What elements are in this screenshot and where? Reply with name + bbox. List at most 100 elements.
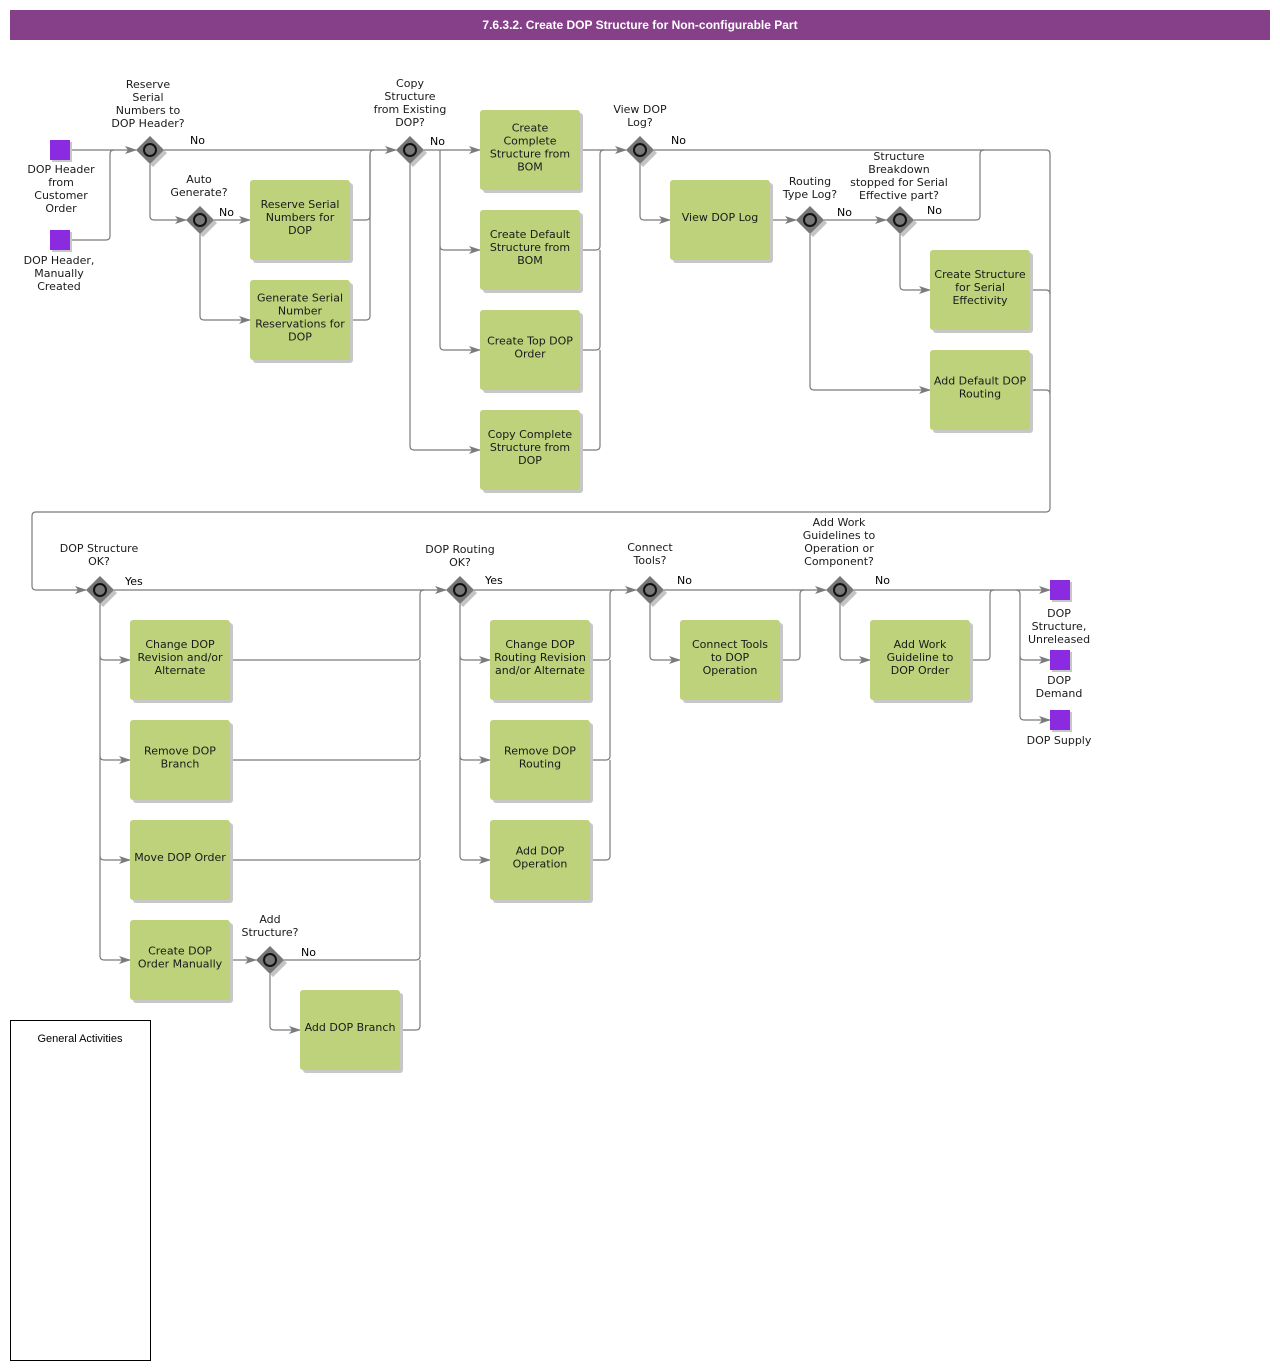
task-add-work-guideline-label: Add Work Guideline to DOP Order xyxy=(887,638,954,677)
gateway-circle-icon xyxy=(453,583,467,597)
task-add-dop-operation[interactable]: Add DOP Operation xyxy=(490,820,593,903)
task-add-dop-operation-label: Add DOP Operation xyxy=(513,845,568,871)
gateway-circle-icon xyxy=(833,583,847,597)
connector xyxy=(284,860,421,961)
connector xyxy=(459,655,491,664)
task-create-dop-order-manually-label: Create DOP Order Manually xyxy=(138,945,223,971)
event-end-supply-label: DOP Supply xyxy=(1027,734,1092,747)
flow-label-no: No xyxy=(430,135,445,148)
flow-label-no: No xyxy=(671,134,686,147)
flow-label-no: No xyxy=(301,946,316,959)
gateway-view-log-label: View DOP Log? xyxy=(613,103,667,129)
connector xyxy=(230,760,421,861)
gateway-structure-ok-label: DOP Structure OK? xyxy=(60,542,139,568)
gateway-structure-breakdown[interactable]: Structure Breakdown stopped for Serial Effe… xyxy=(850,150,948,237)
flow-label-yes: Yes xyxy=(484,574,503,587)
gateway-reserve-serial[interactable]: Reserve Serial Numbers to DOP Header? xyxy=(111,78,185,167)
gateway-routing-ok-label: DOP Routing OK? xyxy=(425,543,494,569)
task-create-structure-serial-effectivity[interactable]: Create Structure for Serial Effectivity xyxy=(930,250,1033,333)
event-start-manual-label: DOP Header, Manually Created xyxy=(24,254,95,293)
gateway-routing-type-log-label: Routing Type Log? xyxy=(782,175,837,201)
event-start-customer-order-label: DOP Header from Customer Order xyxy=(27,163,95,215)
connector xyxy=(639,164,671,224)
connector xyxy=(269,974,301,1034)
connector xyxy=(230,589,425,661)
gateway-reserve-serial-label: Reserve Serial Numbers to DOP Header? xyxy=(111,78,184,130)
gateway-circle-icon xyxy=(263,953,277,967)
gateway-view-log[interactable]: View DOP Log? xyxy=(613,103,667,167)
event-start-customer-order[interactable]: DOP Header from Customer Order xyxy=(27,140,95,215)
connector xyxy=(590,589,615,661)
gateway-circle-icon xyxy=(643,583,657,597)
connector xyxy=(230,660,421,761)
task-move-dop-order-label: Move DOP Order xyxy=(134,851,226,864)
gateway-connect-tools-label: Connect Tools? xyxy=(627,541,673,567)
flow-label-no: No xyxy=(219,206,234,219)
gateway-structure-breakdown-label: Structure Breakdown stopped for Serial Effe… xyxy=(850,150,948,202)
task-reserve-serial-numbers[interactable]: Reserve Serial Numbers for DOP xyxy=(250,180,353,263)
task-add-work-guideline[interactable]: Add Work Guideline to DOP Order xyxy=(870,620,973,703)
task-connect-tools-operation[interactable]: Connect Tools to DOP Operation xyxy=(680,620,783,703)
task-change-dop-routing-revision-label: Change DOP Routing Revision and/or Alterna… xyxy=(494,638,586,677)
gateway-routing-type-log[interactable]: Routing Type Log? xyxy=(782,175,837,237)
task-create-top-dop-order[interactable]: Create Top DOP Order xyxy=(480,310,583,393)
event-end-supply[interactable]: DOP Supply xyxy=(1027,710,1092,747)
gateway-auto-generate-label: Auto Generate? xyxy=(170,173,227,199)
gateway-circle-icon xyxy=(403,143,417,157)
flow-label-yes: Yes xyxy=(124,575,143,588)
connector xyxy=(649,604,681,664)
task-create-dop-order-manually[interactable]: Create DOP Order Manually xyxy=(130,920,233,1003)
event-end-demand[interactable]: DOP Demand xyxy=(1036,650,1083,700)
connector xyxy=(970,589,995,661)
connector xyxy=(580,149,605,251)
task-view-dop-log-label: View DOP Log xyxy=(682,211,759,224)
process-diagram: No No No No No No Yes Yes No No No Reser… xyxy=(10,77,1092,1361)
task-move-dop-order[interactable]: Move DOP Order xyxy=(130,820,233,903)
event-end-demand-label: DOP Demand xyxy=(1036,674,1083,700)
gateway-auto-generate[interactable]: Auto Generate? xyxy=(170,173,228,237)
task-add-dop-branch-label: Add DOP Branch xyxy=(305,1021,396,1034)
connector xyxy=(99,604,131,964)
flow-label-no: No xyxy=(677,574,692,587)
flow-label-no: No xyxy=(927,204,942,217)
gateway-add-structure[interactable]: Add Structure? xyxy=(241,913,299,977)
connector xyxy=(899,234,931,294)
general-activities-panel xyxy=(10,1020,151,1361)
task-generate-serial-reservations[interactable]: Generate Serial Number Reservations for DOP xyxy=(250,280,353,363)
flow-label-no: No xyxy=(190,134,205,147)
general-activities-title: General Activities xyxy=(38,1033,123,1045)
task-create-complete-structure-bom[interactable]: Create Complete Structure from BOM xyxy=(480,110,583,193)
task-add-default-dop-routing[interactable]: Add Default DOP Routing xyxy=(930,350,1033,433)
gateway-circle-icon xyxy=(143,143,157,157)
connector xyxy=(809,234,931,394)
connector xyxy=(459,604,491,864)
task-create-default-structure-bom[interactable]: Create Default Structure from BOM xyxy=(480,210,583,293)
gateway-connect-tools[interactable]: Connect Tools? xyxy=(627,541,673,607)
connector xyxy=(459,755,491,764)
task-view-dop-log[interactable]: View DOP Log xyxy=(670,180,773,263)
gateway-circle-icon xyxy=(633,143,647,157)
connector xyxy=(99,855,131,864)
gateway-add-work-guidelines[interactable]: Add Work Guidelines to Operation or Compone… xyxy=(803,516,876,607)
gateway-copy-structure-label: Copy Structure from Existing DOP? xyxy=(374,77,447,129)
task-change-dop-revision[interactable]: Change DOP Revision and/or Alternate xyxy=(130,620,233,703)
gateway-copy-structure[interactable]: Copy Structure from Existing DOP? xyxy=(374,77,447,167)
connector xyxy=(409,164,481,454)
task-remove-dop-branch[interactable]: Remove DOP Branch xyxy=(130,720,233,803)
task-change-dop-routing-revision[interactable]: Change DOP Routing Revision and/or Alterna… xyxy=(490,620,593,703)
event-end-structure-unreleased-label: DOP Structure, Unreleased xyxy=(1028,607,1090,646)
gateway-add-work-guidelines-label: Add Work Guidelines to Operation or Compone… xyxy=(803,516,876,568)
connector xyxy=(1015,589,1051,724)
task-remove-dop-routing[interactable]: Remove DOP Routing xyxy=(490,720,593,803)
connector xyxy=(99,655,131,664)
connector xyxy=(99,755,131,764)
flow-label-no: No xyxy=(837,206,852,219)
connector xyxy=(780,589,805,661)
gateway-add-structure-label: Add Structure? xyxy=(241,913,298,939)
connector xyxy=(199,234,251,324)
task-copy-complete-structure-dop[interactable]: Copy Complete Structure from DOP xyxy=(480,410,583,493)
flow-label-no: No xyxy=(875,574,890,587)
gateway-circle-icon xyxy=(803,213,817,227)
task-add-dop-branch[interactable]: Add DOP Branch xyxy=(300,990,403,1073)
connector xyxy=(839,604,871,664)
